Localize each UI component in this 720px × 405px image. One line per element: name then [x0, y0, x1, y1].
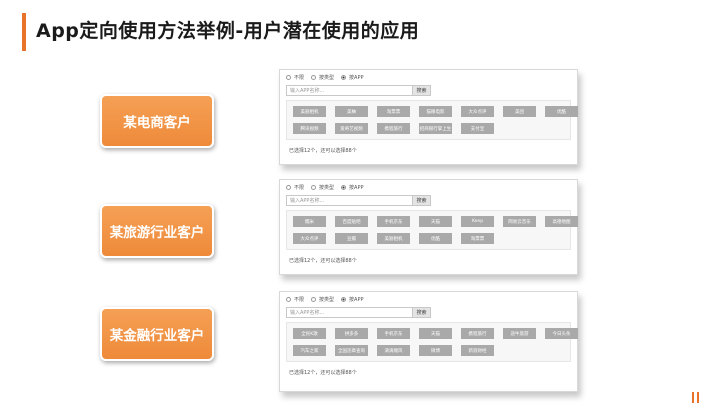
app-tag[interactable]: 招商银行掌上生	[419, 123, 452, 134]
radio-label: 按类型	[319, 297, 335, 303]
app-tag[interactable]: 百度贴吧	[335, 216, 368, 227]
radio-circle-icon	[286, 75, 291, 80]
app-tag[interactable]: 美团	[503, 106, 536, 117]
radio-circle-icon	[341, 185, 347, 190]
selected-apps-grid: 全民K歌 拼多多 手机京东 天猫 携程旅行 途牛旅游 今日头条汽车之家 全国违章查询 滴滴顺风微…	[293, 328, 578, 356]
search-button[interactable]: 搜索	[413, 307, 431, 318]
radio-label: 按类型	[319, 185, 335, 191]
app-tag[interactable]: 糯米	[293, 216, 326, 227]
app-tag[interactable]: 滴滴顺风	[377, 345, 410, 356]
selection-count-text: 已选择12个，还可以选择88个	[289, 370, 357, 376]
app-tag[interactable]: 高德地图	[545, 216, 578, 227]
app-tag[interactable]: 优酷	[545, 106, 578, 117]
app-tag[interactable]: 手机京东	[377, 216, 410, 227]
page-mark-bar-left	[692, 392, 694, 403]
app-tag[interactable]: 手机京东	[377, 328, 410, 339]
radio-option[interactable]: 按APP	[341, 74, 363, 81]
selected-apps-grid: 糯米 百度贴吧 手机京东 天猫 Keep 网易云音乐 高德地图大众点评 豆瓣 美丽相机 优酷 淘票票	[293, 216, 578, 244]
radio-option[interactable]: 不限	[286, 184, 304, 191]
app-tag[interactable]: 天猫	[419, 216, 452, 227]
app-tag[interactable]: 天猫	[419, 328, 452, 339]
app-tag[interactable]: 美丽相机	[293, 106, 326, 117]
app-tag[interactable]: 美丽相机	[377, 233, 410, 244]
app-tag[interactable]: 猫眼电影	[419, 106, 452, 117]
app-tag[interactable]: 微博	[419, 345, 452, 356]
targeting-mode-radios: 不限 按类型 按APP	[286, 296, 363, 303]
app-search-input[interactable]: 输入APP名称...	[286, 307, 413, 318]
app-tag[interactable]: 淘票票	[377, 106, 410, 117]
app-tag[interactable]: 大众点评	[293, 233, 326, 244]
selected-apps-grid: 美丽相机 美柚 淘票票 猫眼电影 大众点评 美团 优酷腾讯视频 爱奇艺视频 携程旅行 招商银行掌上…	[293, 106, 578, 134]
app-search-input[interactable]: 输入APP名称...	[286, 85, 413, 96]
radio-option[interactable]: 按类型	[311, 74, 334, 81]
app-targeting-panel-ecommerce: 不限 按类型 按APP 输入APP名称... 搜索美丽相机 美柚 淘票票 猫眼电影 大众点评 美团…	[279, 69, 578, 165]
radio-option[interactable]: 按APP	[341, 184, 363, 191]
radio-label: 按APP	[349, 297, 364, 303]
radio-option[interactable]: 按类型	[311, 184, 334, 191]
radio-option[interactable]: 不限	[286, 296, 304, 303]
radio-label: 不限	[294, 185, 305, 191]
client-label-finance: 某金融行业客户	[100, 307, 214, 361]
selected-apps-area: 美丽相机 美柚 淘票票 猫眼电影 大众点评 美团 优酷腾讯视频 爱奇艺视频 携程旅行 招商银行掌上…	[286, 100, 578, 140]
radio-circle-icon	[311, 185, 317, 190]
client-label-ecommerce: 某电商客户	[100, 94, 214, 148]
app-tag[interactable]: 大众点评	[461, 106, 494, 117]
app-tag[interactable]: 豆瓣	[335, 233, 368, 244]
radio-option[interactable]: 按类型	[311, 296, 334, 303]
selection-count-text: 已选择12个，还可以选择88个	[289, 148, 357, 154]
app-tag[interactable]: 途牛旅游	[503, 328, 536, 339]
radio-option[interactable]: 按APP	[341, 296, 363, 303]
app-tag[interactable]: 淘票票	[461, 233, 494, 244]
app-tag[interactable]: 支付宝	[461, 123, 494, 134]
app-tag[interactable]: 腾讯视频	[293, 123, 326, 134]
radio-label: 按类型	[319, 75, 335, 81]
radio-circle-icon	[311, 297, 317, 302]
app-tag[interactable]: 网易云音乐	[503, 216, 536, 227]
targeting-mode-radios: 不限 按类型 按APP	[286, 74, 363, 81]
search-button[interactable]: 搜索	[413, 195, 431, 206]
app-targeting-panel-travel: 不限 按类型 按APP 输入APP名称... 搜索糯米 百度贴吧 手机京东 天猫 Keep 网易云…	[279, 179, 578, 275]
app-tag[interactable]: 新浪财经	[461, 345, 494, 356]
app-tag[interactable]: 全国违章查询	[335, 345, 368, 356]
slide-title: App定向使用方法举例-用户潜在使用的应用	[36, 20, 420, 42]
app-tag[interactable]: 携程旅行	[461, 328, 494, 339]
app-tag[interactable]: Keep	[461, 216, 494, 227]
client-label-travel: 某旅游行业客户	[100, 204, 214, 258]
radio-label: 按APP	[349, 75, 364, 81]
radio-label: 不限	[294, 297, 305, 303]
radio-label: 按APP	[349, 185, 364, 191]
selected-apps-area: 糯米 百度贴吧 手机京东 天猫 Keep 网易云音乐 高德地图大众点评 豆瓣 美丽相机 优酷 淘票票	[286, 210, 578, 250]
radio-circle-icon	[341, 75, 347, 80]
selection-count-text: 已选择12个，还可以选择88个	[289, 258, 357, 264]
app-tag[interactable]: 拼多多	[335, 328, 368, 339]
app-search-bar: 输入APP名称... 搜索	[286, 307, 431, 318]
page-mark-bar-right	[697, 392, 699, 403]
app-tag[interactable]: 美柚	[335, 106, 368, 117]
app-search-bar: 输入APP名称... 搜索	[286, 85, 431, 96]
app-targeting-panel-finance: 不限 按类型 按APP 输入APP名称... 搜索全民K歌 拼多多 手机京东 天猫 携程旅行 途牛…	[279, 291, 578, 392]
app-tag[interactable]: 全民K歌	[293, 328, 326, 339]
app-search-bar: 输入APP名称... 搜索	[286, 195, 431, 206]
targeting-mode-radios: 不限 按类型 按APP	[286, 184, 363, 191]
radio-label: 不限	[294, 75, 305, 81]
app-tag[interactable]: 优酷	[419, 233, 452, 244]
app-tag[interactable]: 携程旅行	[377, 123, 410, 134]
app-tag[interactable]: 爱奇艺视频	[335, 123, 368, 134]
search-button[interactable]: 搜索	[413, 85, 431, 96]
title-accent-bar	[22, 13, 26, 51]
app-tag[interactable]: 汽车之家	[293, 345, 326, 356]
radio-option[interactable]: 不限	[286, 74, 304, 81]
radio-circle-icon	[311, 75, 317, 80]
radio-circle-icon	[341, 297, 347, 302]
selected-apps-area: 全民K歌 拼多多 手机京东 天猫 携程旅行 途牛旅游 今日头条汽车之家 全国违章查询 滴滴顺风微…	[286, 322, 578, 362]
radio-circle-icon	[286, 185, 291, 190]
app-search-input[interactable]: 输入APP名称...	[286, 195, 413, 206]
app-tag[interactable]: 今日头条	[545, 328, 578, 339]
radio-circle-icon	[286, 297, 291, 302]
